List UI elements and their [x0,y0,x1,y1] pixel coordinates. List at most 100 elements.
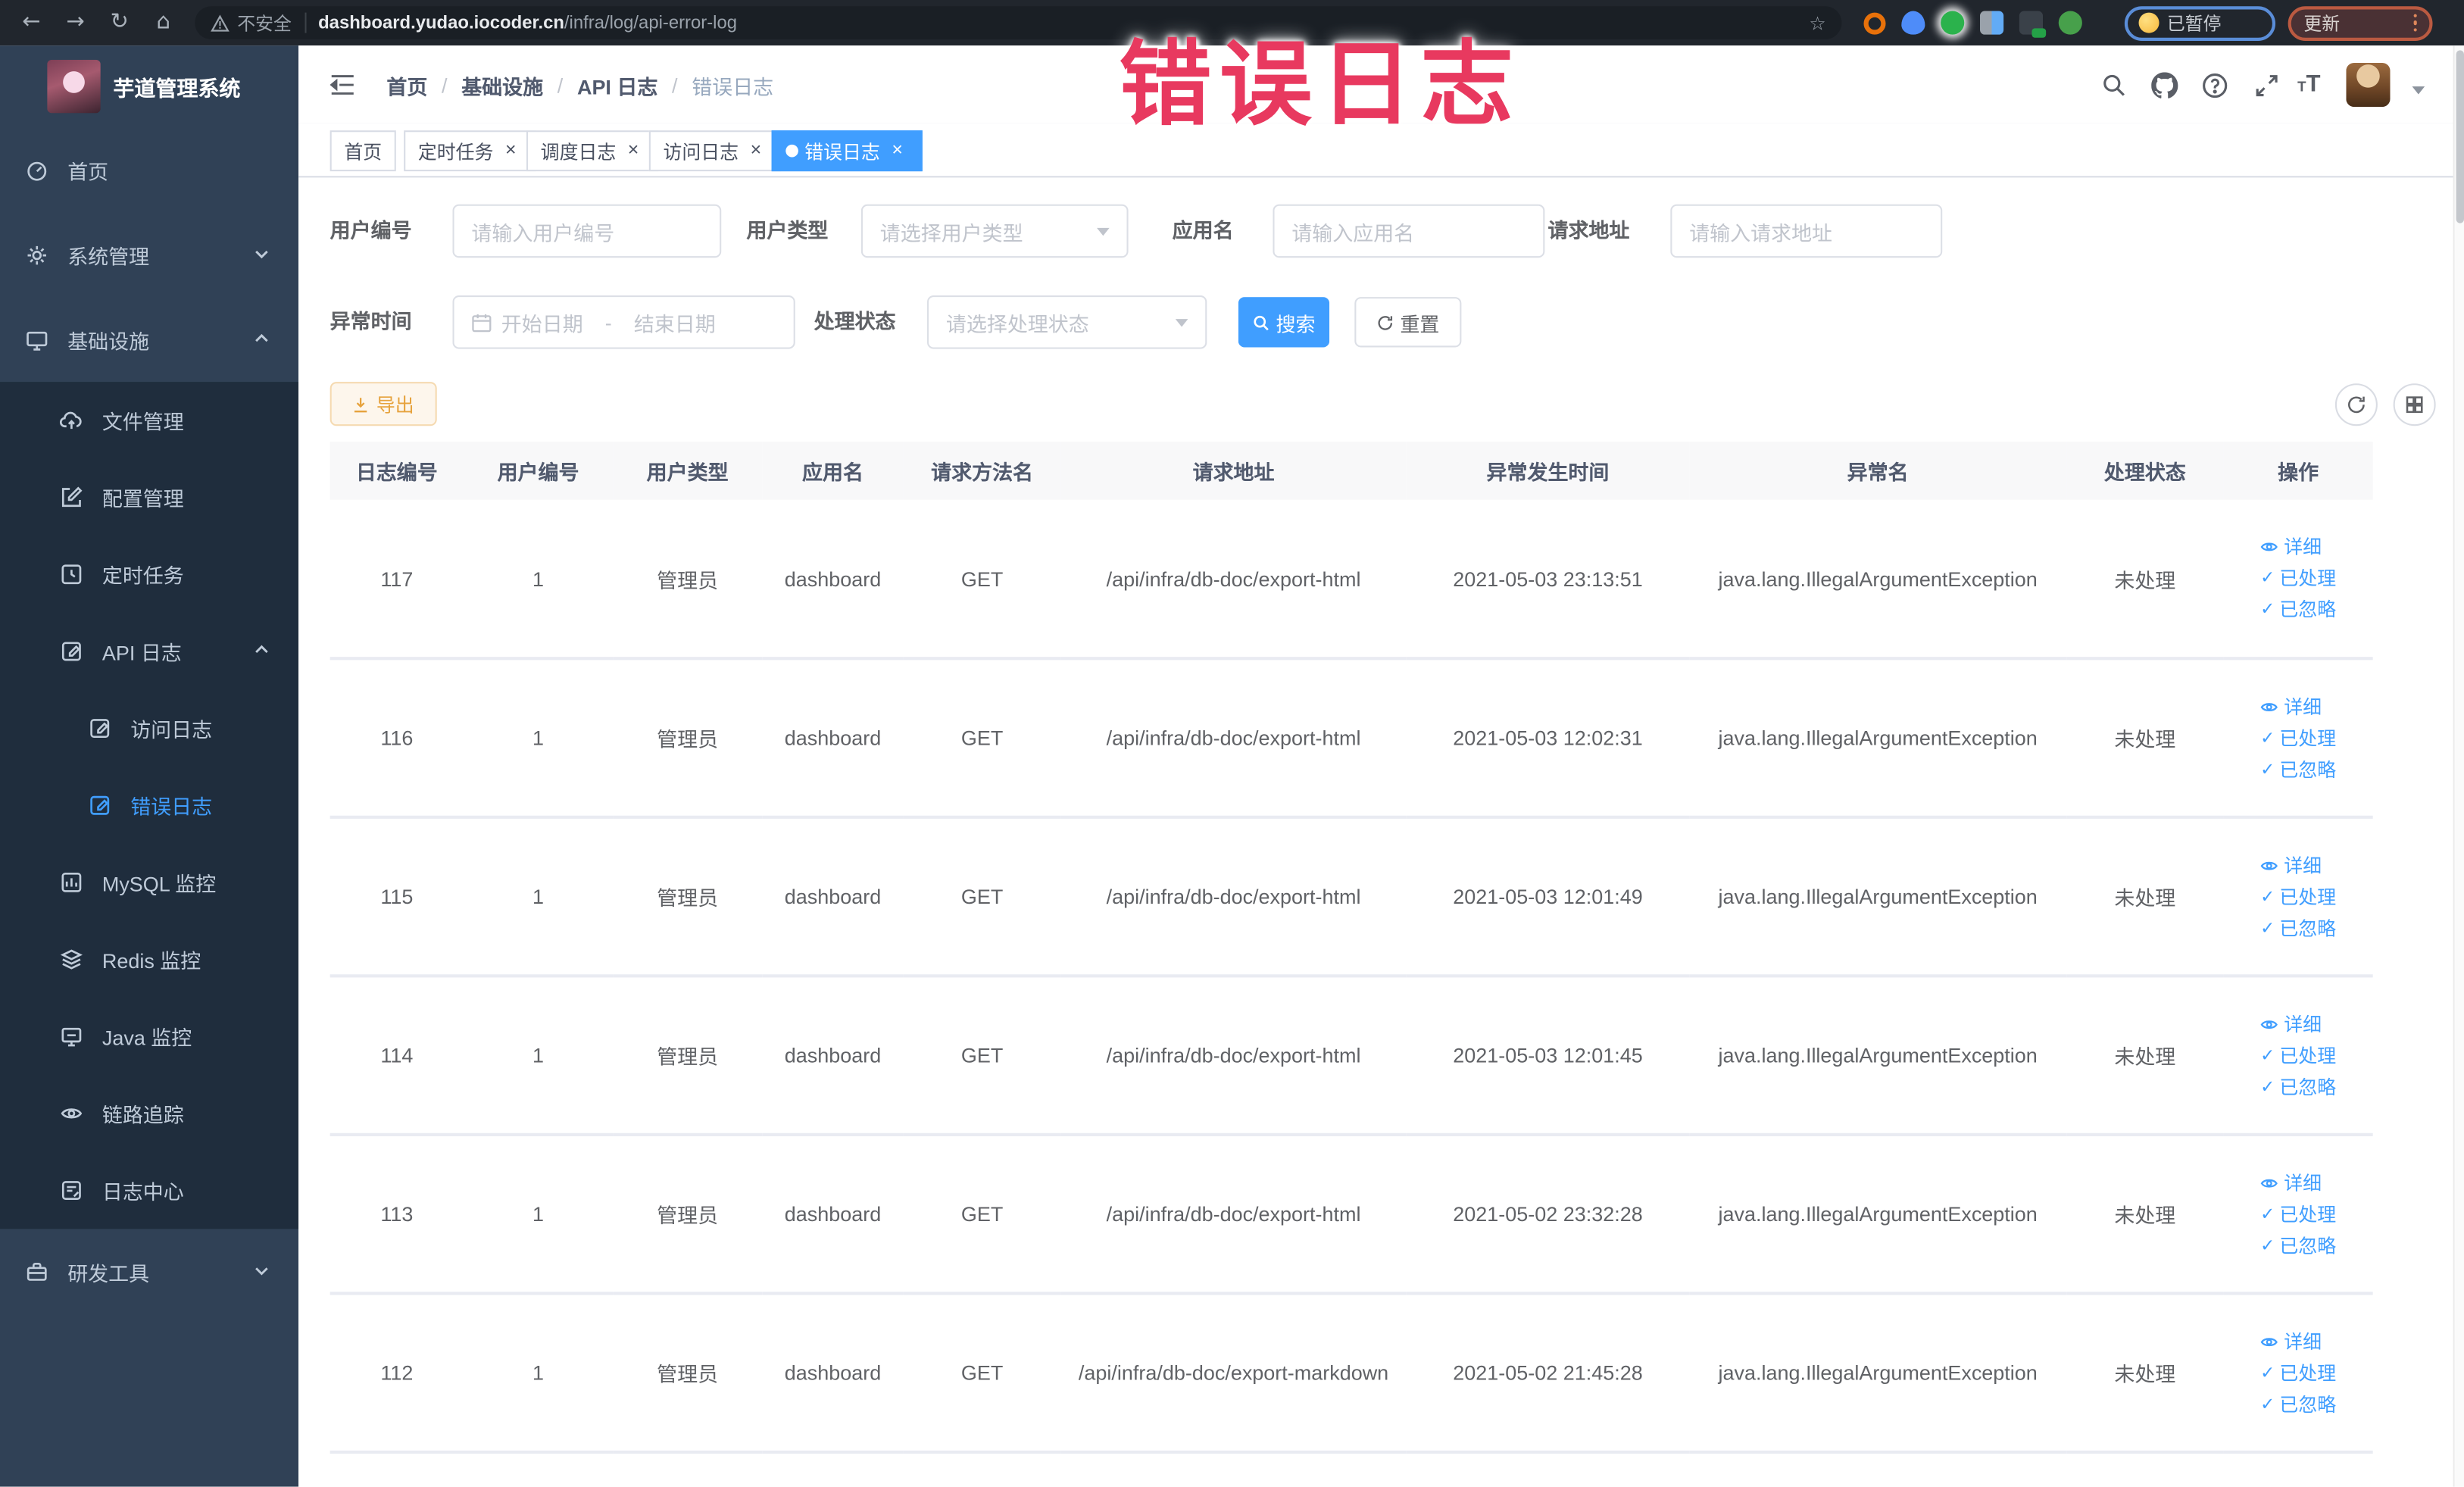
processed-link[interactable]: ✓ 已处理 [2260,1039,2336,1070]
extension-icon-blue[interactable] [1901,11,1925,35]
sidebar-item-dev-tools[interactable]: 研发工具 [0,1229,298,1314]
tab-schedule-log[interactable]: 调度日志 × [526,130,659,172]
reset-button[interactable]: 重置 [1354,297,1462,348]
sidebar-item-access-log[interactable]: 访问日志 [0,690,298,767]
request-url-input[interactable]: 请输入请求地址 [1670,204,1943,258]
browser-menu-icon[interactable] [2412,14,2417,33]
log-document-icon [60,1179,83,1202]
app-name-input[interactable]: 请输入应用名 [1273,204,1545,258]
search-button[interactable]: 搜索 [1238,297,1330,348]
page-scrollbar[interactable] [2453,45,2464,1487]
processed-link[interactable]: ✓ 已处理 [2260,881,2336,912]
processed-link[interactable]: ✓ 已处理 [2260,1198,2336,1229]
tab-access-log[interactable]: 访问日志 × [648,130,782,172]
help-icon[interactable] [2202,72,2228,98]
fullscreen-icon[interactable] [2253,72,2280,98]
ignored-link[interactable]: ✓ 已忽略 [2260,754,2336,785]
forward-icon[interactable]: → [54,0,98,45]
close-icon[interactable]: × [886,140,908,162]
sidebar-item-file-manage[interactable]: 文件管理 [0,382,298,459]
cell-exception-time: 2021-05-03 12:01:45 [1406,976,1690,1136]
sidebar-item-infra[interactable]: 基础设施 [0,297,298,382]
process-status-label: 处理状态 [814,309,896,333]
sidebar-item-log-center[interactable]: 日志中心 [0,1152,298,1229]
bookmark-star-icon[interactable]: ☆ [1809,12,1825,34]
sidebar-logo[interactable]: 芋道管理系统 [0,45,298,127]
extension-icon-on-badge[interactable] [2019,11,2047,38]
sidebar-item-system[interactable]: 系统管理 [0,212,298,297]
avatar-caret-icon[interactable] [2412,86,2425,95]
tab-home[interactable]: 首页 [329,130,396,172]
sidebar-item-error-log[interactable]: 错误日志 [0,767,298,844]
table-row: 117 1 管理员 dashboard GET /api/infra/db-do… [329,499,2373,661]
ignored-link[interactable]: ✓ 已忽略 [2260,1389,2336,1420]
sidebar-item-home[interactable]: 首页 [0,127,298,212]
breadcrumb-api-log[interactable]: API 日志 [577,70,657,99]
process-status-select[interactable]: 请选择处理状态 [927,295,1207,349]
detail-link[interactable]: 详细 [2260,531,2336,562]
exception-time-range-input[interactable]: 开始日期 - 结束日期 [452,295,795,349]
back-icon[interactable]: ← [9,0,53,45]
tab-scheduled-job[interactable]: 定时任务 × [404,130,536,172]
cell-process-status: 未处理 [2066,817,2224,978]
processed-link[interactable]: ✓ 已处理 [2260,1357,2336,1388]
close-icon[interactable]: × [745,140,767,162]
close-icon[interactable]: × [623,140,645,162]
status-text: 未处理 [2114,1045,2176,1069]
extension-icon-green-glow[interactable] [1941,11,1965,35]
watermark-annotation: 错误日志 [1119,33,1522,137]
ignored-link[interactable]: ✓ 已忽略 [2260,1071,2336,1102]
col-log-id: 日志编号 [329,441,464,500]
export-button[interactable]: 导出 [329,382,437,426]
processed-link[interactable]: ✓ 已处理 [2260,722,2336,753]
col-method: 请求方法名 [903,441,1061,500]
detail-link[interactable]: 详细 [2260,849,2336,880]
extension-icon-puzzle[interactable] [2058,11,2082,35]
sidebar-item-config-manage[interactable]: 配置管理 [0,459,298,536]
sidebar-item-trace[interactable]: 链路追踪 [0,1075,298,1152]
sidebar-item-api-log[interactable]: API 日志 [0,613,298,690]
user-type-select[interactable]: 请选择用户类型 [860,204,1129,258]
sidebar-item-java-monitor[interactable]: Java 监控 [0,998,298,1075]
url-path: /infra/log/api-error-log [564,13,737,33]
user-avatar[interactable] [2346,62,2391,108]
browser-update-button[interactable]: 更新 [2288,5,2433,40]
sidebar-item-redis-monitor[interactable]: Redis 监控 [0,921,298,998]
table-row: 116 1 管理员 dashboard GET /api/infra/db-do… [329,658,2373,819]
sidebar-toggle-icon[interactable] [327,69,358,100]
extension-icon-grid[interactable] [1980,11,2004,35]
address-bar[interactable]: 不安全 dashboard.yudao.iocoder.cn/infra/log… [195,6,1842,39]
ignored-link[interactable]: ✓ 已忽略 [2260,594,2336,625]
cell-app-name: dashboard [762,499,904,661]
home-icon[interactable]: ⌂ [142,0,186,45]
close-icon[interactable]: × [500,140,522,162]
sidebar-item-scheduled-job[interactable]: 定时任务 [0,536,298,613]
processed-link[interactable]: ✓ 已处理 [2260,563,2336,594]
refresh-table-button[interactable] [2334,383,2378,426]
browser-profile-chip[interactable]: 已暂停 [2124,5,2276,40]
detail-link[interactable]: 详细 [2260,1326,2336,1357]
extension-icon-orange[interactable] [1863,11,1886,34]
request-url-label: 请求地址 [1547,218,1630,242]
ignored-link[interactable]: ✓ 已忽略 [2260,912,2336,943]
sidebar-item-mysql-monitor[interactable]: MySQL 监控 [0,844,298,921]
font-size-icon[interactable]: TT [2297,70,2320,98]
detail-link[interactable]: 详细 [2260,691,2336,722]
column-settings-button[interactable] [2393,383,2436,426]
ignored-link[interactable]: ✓ 已忽略 [2260,1229,2336,1261]
security-label[interactable]: 不安全 [237,10,292,35]
tab-error-log[interactable]: 错误日志 × [771,130,923,172]
scrollbar-thumb[interactable] [2456,50,2464,223]
detail-link[interactable]: 详细 [2260,1008,2336,1039]
breadcrumb-home[interactable]: 首页 [386,70,427,99]
check-icon: ✓ [2260,1234,2275,1255]
main-area: 首页 / 基础设施 / API 日志 / 错误日志 TT 首页 定时任务 × 调… [298,45,2464,1487]
detail-link[interactable]: 详细 [2260,1167,2336,1198]
cell-app-name: dashboard [762,658,904,819]
breadcrumb-infra[interactable]: 基础设施 [461,70,543,99]
github-icon[interactable] [2151,72,2178,98]
reload-icon[interactable]: ↻ [98,0,142,45]
status-text: 未处理 [2114,727,2176,751]
search-icon[interactable] [2101,72,2128,98]
user-id-input[interactable]: 请输入用户编号 [452,204,722,258]
